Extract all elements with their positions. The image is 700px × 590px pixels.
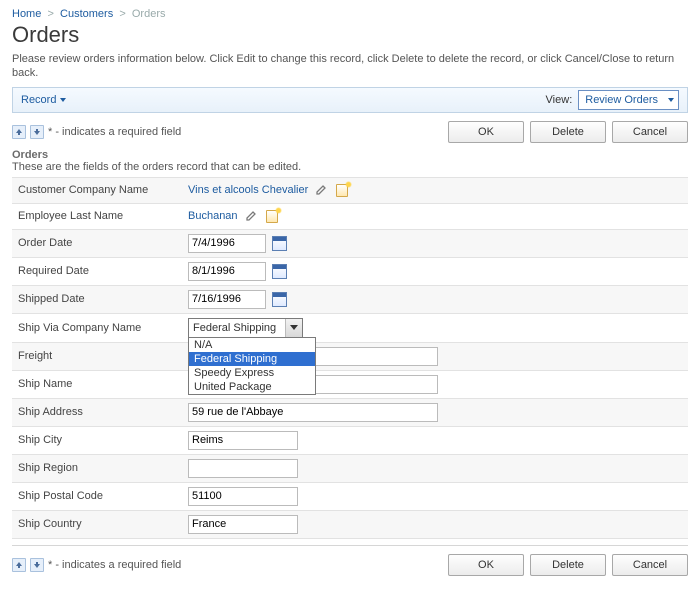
- view-label: View:: [546, 94, 573, 106]
- ok-button[interactable]: OK: [448, 121, 524, 143]
- calendar-icon[interactable]: [272, 292, 287, 307]
- label-employee-last: Employee Last Name: [18, 210, 188, 222]
- pencil-icon[interactable]: [314, 183, 328, 197]
- shipped-date-input[interactable]: [188, 290, 266, 309]
- label-ship-name: Ship Name: [18, 378, 188, 390]
- label-ship-region: Ship Region: [18, 462, 188, 474]
- breadcrumb-home[interactable]: Home: [12, 8, 41, 20]
- label-shipped-date: Shipped Date: [18, 293, 188, 305]
- ship-postal-input[interactable]: [188, 487, 298, 506]
- label-ship-address: Ship Address: [18, 406, 188, 418]
- dropdown-button[interactable]: [285, 319, 302, 337]
- calendar-icon[interactable]: [272, 236, 287, 251]
- section-subtitle: These are the fields of the orders recor…: [12, 161, 688, 173]
- ship-city-input[interactable]: [188, 431, 298, 450]
- customer-company-link[interactable]: Vins et alcools Chevalier: [188, 184, 308, 196]
- delete-button[interactable]: Delete: [530, 554, 606, 576]
- cancel-button[interactable]: Cancel: [612, 121, 688, 143]
- option-na[interactable]: N/A: [189, 338, 315, 352]
- ship-via-dropdown: N/A Federal Shipping Speedy Express Unit…: [188, 337, 316, 395]
- caret-down-icon: [290, 325, 298, 330]
- view-select[interactable]: Review Orders: [578, 90, 679, 110]
- page-subtitle: Please review orders information below. …: [12, 52, 688, 81]
- caret-down-icon: [668, 98, 674, 102]
- page-title: Orders: [12, 22, 688, 48]
- label-ship-via: Ship Via Company Name: [18, 322, 188, 334]
- option-federal-shipping[interactable]: Federal Shipping: [189, 352, 315, 366]
- breadcrumb-orders: Orders: [132, 8, 166, 20]
- next-record-button[interactable]: [30, 558, 44, 572]
- toolbar: Record View: Review Orders: [12, 87, 688, 113]
- prev-record-button[interactable]: [12, 125, 26, 139]
- option-speedy-express[interactable]: Speedy Express: [189, 366, 315, 380]
- new-record-icon[interactable]: [264, 209, 280, 223]
- calendar-icon[interactable]: [272, 264, 287, 279]
- ship-country-input[interactable]: [188, 515, 298, 534]
- pencil-icon[interactable]: [244, 209, 258, 223]
- label-customer-company: Customer Company Name: [18, 184, 188, 196]
- caret-down-icon: [60, 98, 66, 102]
- label-ship-city: Ship City: [18, 434, 188, 446]
- ship-via-select[interactable]: Federal Shipping: [188, 318, 303, 338]
- option-united-package[interactable]: United Package: [189, 380, 315, 394]
- section-title: Orders: [12, 149, 688, 161]
- required-note: * - indicates a required field: [48, 126, 181, 138]
- employee-last-link[interactable]: Buchanan: [188, 210, 238, 222]
- cancel-button[interactable]: Cancel: [612, 554, 688, 576]
- label-order-date: Order Date: [18, 237, 188, 249]
- ship-region-input[interactable]: [188, 459, 298, 478]
- label-ship-country: Ship Country: [18, 518, 188, 530]
- order-date-input[interactable]: [188, 234, 266, 253]
- prev-record-button[interactable]: [12, 558, 26, 572]
- ok-button[interactable]: OK: [448, 554, 524, 576]
- next-record-button[interactable]: [30, 125, 44, 139]
- record-menu[interactable]: Record: [21, 94, 66, 106]
- delete-button[interactable]: Delete: [530, 121, 606, 143]
- required-date-input[interactable]: [188, 262, 266, 281]
- new-record-icon[interactable]: [334, 183, 350, 197]
- label-freight: Freight: [18, 350, 188, 362]
- label-required-date: Required Date: [18, 265, 188, 277]
- required-note: * - indicates a required field: [48, 559, 181, 571]
- label-ship-postal: Ship Postal Code: [18, 490, 188, 502]
- breadcrumb-customers[interactable]: Customers: [60, 8, 113, 20]
- breadcrumb: Home > Customers > Orders: [12, 8, 688, 20]
- ship-address-input[interactable]: [188, 403, 438, 422]
